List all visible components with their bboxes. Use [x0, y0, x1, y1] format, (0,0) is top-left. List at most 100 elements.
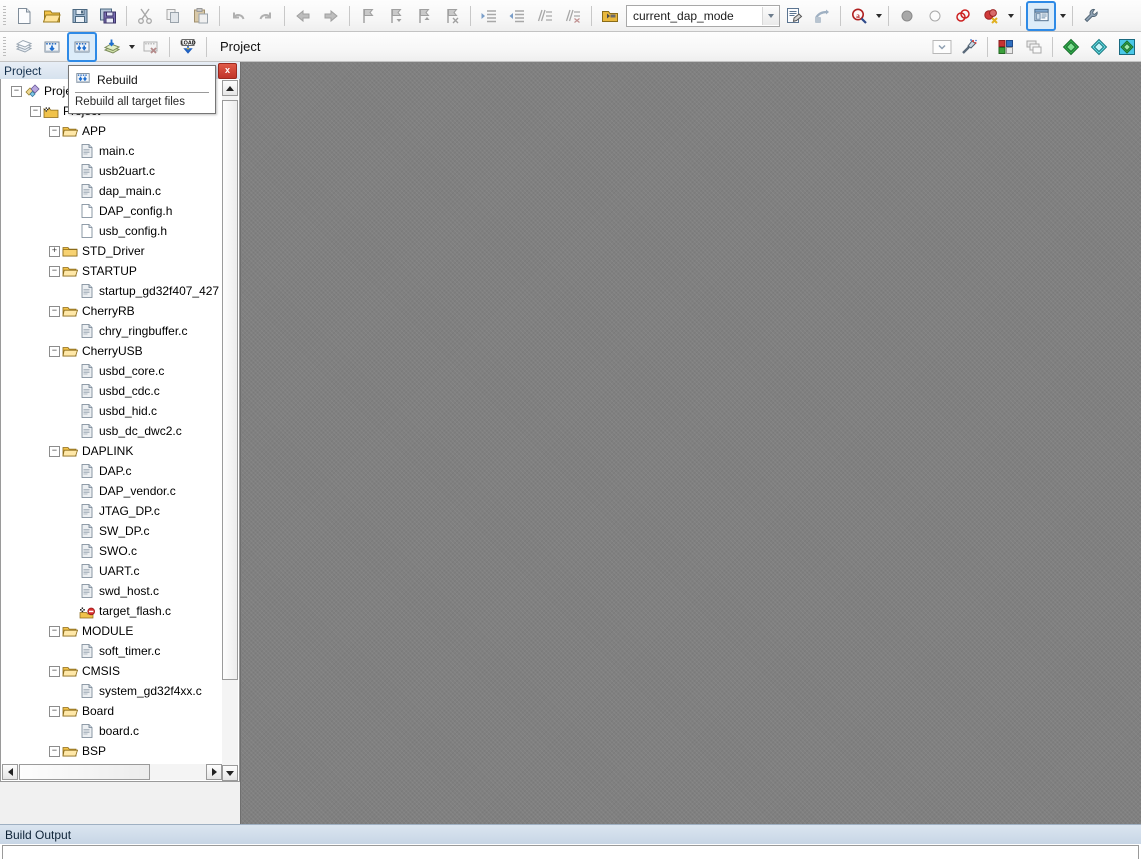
tree-item[interactable]: usb2uart.c	[1, 161, 223, 181]
download-icon[interactable]: LOAD	[175, 34, 201, 60]
collapse-icon[interactable]: −	[49, 625, 60, 637]
save-icon[interactable]	[67, 3, 93, 29]
tree-item[interactable]: + STD_Driver	[1, 241, 223, 261]
tree-item[interactable]: − APP	[1, 121, 223, 141]
comment-icon[interactable]	[532, 3, 558, 29]
tree-item[interactable]: usbd_hid.c	[1, 401, 223, 421]
tree-item[interactable]: − MODULE	[1, 621, 223, 641]
manage-project-items-icon[interactable]	[993, 34, 1019, 60]
collapse-icon[interactable]: −	[49, 665, 60, 677]
tree-item[interactable]: − CMSIS	[1, 661, 223, 681]
target-options-icon[interactable]	[597, 3, 623, 29]
window-layout-icon[interactable]	[1026, 0, 1056, 31]
new-file-icon[interactable]	[11, 3, 37, 29]
tree-item[interactable]: DAP.c	[1, 461, 223, 481]
tree-item[interactable]: DAP_vendor.c	[1, 481, 223, 501]
scroll-right-button[interactable]	[206, 764, 222, 780]
build-output-text[interactable]	[2, 845, 1139, 859]
collapse-icon[interactable]: −	[49, 345, 60, 357]
configure-tools-icon[interactable]	[1078, 3, 1104, 29]
tree-item[interactable]: UART.c	[1, 561, 223, 581]
scrollbar-track[interactable]	[18, 764, 206, 780]
collapse-icon[interactable]: −	[11, 85, 22, 97]
collapse-icon[interactable]: −	[49, 705, 60, 717]
cut-icon[interactable]	[132, 3, 158, 29]
tree-item[interactable]: usbd_cdc.c	[1, 381, 223, 401]
tree-item[interactable]: usbd_core.c	[1, 361, 223, 381]
find-icon[interactable]: a	[846, 3, 872, 29]
tree-item[interactable]: − CherryRB	[1, 301, 223, 321]
collapse-icon[interactable]: −	[49, 445, 60, 457]
tree-item[interactable]: soft_timer.c	[1, 641, 223, 661]
tree-item[interactable]: board.c	[1, 721, 223, 741]
pack-installer-blue-icon[interactable]	[1114, 34, 1140, 60]
bookmark-clear-icon[interactable]	[439, 3, 465, 29]
batch-build-dropdown-arrow-icon[interactable]	[126, 35, 137, 59]
scrollbar-thumb[interactable]	[222, 100, 238, 680]
collapse-icon[interactable]: −	[49, 265, 60, 277]
insert-remove-breakpoint-icon[interactable]	[894, 3, 920, 29]
project-select[interactable]: Project	[213, 36, 337, 58]
scroll-up-button[interactable]	[222, 80, 238, 96]
toolbar-grip[interactable]	[3, 5, 6, 26]
collapse-icon[interactable]: −	[49, 745, 60, 757]
tree-item[interactable]: startup_gd32f407_427	[1, 281, 223, 301]
target-options-icon[interactable]	[956, 34, 982, 60]
tree-item[interactable]: main.c	[1, 141, 223, 161]
collapse-icon[interactable]: −	[49, 305, 60, 317]
tree-item[interactable]: DAP_config.h	[1, 201, 223, 221]
bookmark-toggle-icon[interactable]	[355, 3, 381, 29]
tree-item[interactable]: JTAG_DP.c	[1, 501, 223, 521]
tree-item[interactable]: chry_ringbuffer.c	[1, 321, 223, 341]
tree-item[interactable]: swd_host.c	[1, 581, 223, 601]
tree-vertical-scrollbar[interactable]	[222, 80, 238, 781]
tree-item[interactable]: SW_DP.c	[1, 521, 223, 541]
scroll-down-button[interactable]	[222, 765, 238, 781]
window-layout-dropdown-arrow-icon[interactable]	[1057, 4, 1068, 28]
tree-horizontal-scrollbar[interactable]	[2, 764, 222, 780]
scrollbar-track[interactable]	[222, 96, 238, 765]
tree-item[interactable]: − Board	[1, 701, 223, 721]
copy-icon[interactable]	[160, 3, 186, 29]
open-file-icon[interactable]	[39, 3, 65, 29]
pack-installer-green-icon[interactable]	[1058, 34, 1084, 60]
tree-item[interactable]: usb_config.h	[1, 221, 223, 241]
navigate-back-icon[interactable]	[290, 3, 316, 29]
batch-build-icon[interactable]	[99, 34, 125, 60]
tree-item[interactable]: SWO.c	[1, 541, 223, 561]
tree-item[interactable]: − DAPLINK	[1, 441, 223, 461]
bookmark-next-icon[interactable]	[411, 3, 437, 29]
toolbar-grip[interactable]	[3, 36, 6, 57]
redo-icon[interactable]	[253, 3, 279, 29]
pack-installer-cyan-icon[interactable]	[1086, 34, 1112, 60]
scrollbar-thumb[interactable]	[19, 764, 150, 780]
tree-item[interactable]: usb_dc_dwc2.c	[1, 421, 223, 441]
find-dropdown-arrow-icon[interactable]	[873, 4, 884, 28]
tree-item[interactable]: target_flash.c	[1, 601, 223, 621]
close-icon[interactable]: x	[218, 63, 237, 79]
target-select[interactable]: current_dap_mode	[626, 4, 780, 27]
paste-icon[interactable]	[188, 3, 214, 29]
multi-project-icon[interactable]	[1021, 34, 1047, 60]
tree-item[interactable]: − CherryUSB	[1, 341, 223, 361]
collapse-icon[interactable]: −	[30, 105, 41, 117]
translate-file-icon[interactable]	[11, 34, 37, 60]
insert-block-icon[interactable]	[809, 3, 835, 29]
stop-build-icon[interactable]	[138, 34, 164, 60]
disable-all-breakpoints-icon[interactable]	[950, 3, 976, 29]
project-tree[interactable]: −Project−Project−APPmain.cusb2uart.cdap_…	[1, 79, 223, 764]
rebuild-target-icon[interactable]	[67, 31, 97, 62]
enable-disable-breakpoint-icon[interactable]	[922, 3, 948, 29]
kill-all-breakpoints-icon[interactable]	[978, 3, 1004, 29]
navigate-forward-icon[interactable]	[318, 3, 344, 29]
expand-icon[interactable]: +	[49, 245, 60, 257]
build-target-icon[interactable]	[39, 34, 65, 60]
collapse-icon[interactable]: −	[49, 125, 60, 137]
manage-project-items-icon[interactable]	[781, 3, 807, 29]
tree-item[interactable]: system_gd32f4xx.c	[1, 681, 223, 701]
chevron-down-icon[interactable]	[762, 6, 779, 25]
tree-item[interactable]: − BSP	[1, 741, 223, 761]
tree-item[interactable]: − STARTUP	[1, 261, 223, 281]
scroll-left-button[interactable]	[2, 764, 18, 780]
outdent-icon[interactable]	[504, 3, 530, 29]
